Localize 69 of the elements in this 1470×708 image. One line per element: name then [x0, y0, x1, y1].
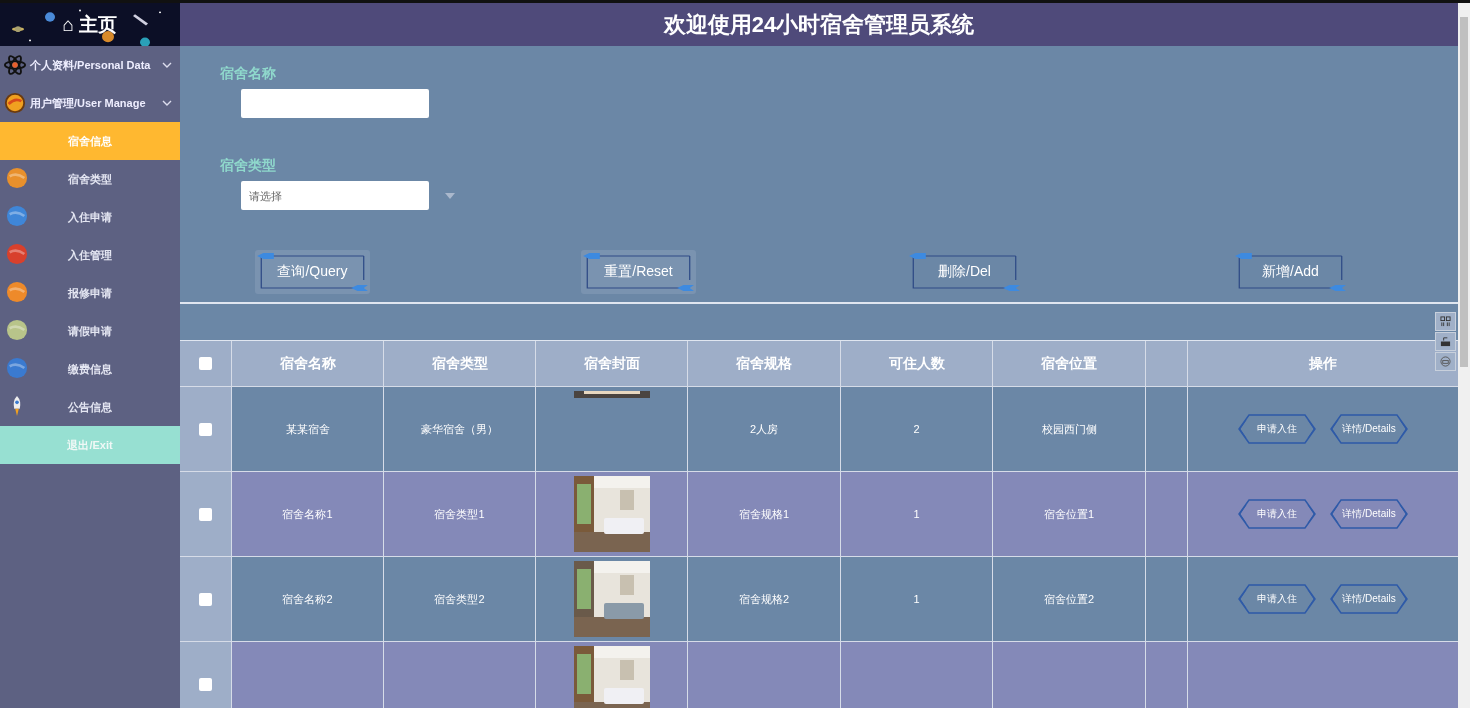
home-link[interactable]: ⌂ 主页 — [62, 11, 118, 38]
menu-item[interactable]: 宿舍类型 — [0, 160, 180, 198]
action-button[interactable]: 新增/Add — [1233, 250, 1348, 294]
column-header: 操作 — [1188, 341, 1458, 387]
atom-icon — [4, 54, 26, 76]
table-cell: 校园西门侧 — [993, 387, 1146, 472]
select-field[interactable]: 请选择 — [241, 181, 429, 210]
menu-item[interactable]: 公告信息 — [0, 388, 180, 426]
checkbox[interactable] — [199, 422, 212, 436]
field-label: 宿舍类型 — [220, 157, 276, 173]
table-cell: 宿舍位置2 — [993, 557, 1146, 642]
caret-icon[interactable] — [445, 192, 455, 199]
export-icon — [1439, 336, 1452, 347]
planet-icon — [6, 357, 28, 379]
planet-icon — [4, 92, 26, 114]
table-cell: 1 — [841, 472, 993, 557]
row-action-button[interactable]: 详情/Details — [1329, 497, 1409, 531]
menu-item[interactable]: 入住申请 — [0, 198, 180, 236]
planet-icon — [6, 205, 28, 227]
input-field[interactable] — [241, 89, 429, 118]
row-action-button[interactable]: 详情/Details — [1329, 582, 1409, 616]
column-header: 可住人数 — [841, 341, 993, 387]
table-cell — [1146, 642, 1188, 708]
scrollbar[interactable] — [1458, 3, 1470, 708]
print-button[interactable] — [1435, 352, 1456, 371]
table-cell: 1 — [841, 557, 993, 642]
page-title: 欢迎使用24小时宿舍管理员系统 — [663, 10, 975, 39]
export-button[interactable] — [1435, 332, 1456, 351]
table-cell: 2 — [841, 387, 993, 472]
action-button[interactable]: 查询/Query — [255, 250, 370, 294]
menu-item[interactable]: 请假申请 — [0, 312, 180, 350]
menu-group[interactable]: 个人资料/Personal Data — [0, 46, 180, 84]
table-cell: 某某宿舍 — [232, 387, 384, 472]
table-cell: 豪华宿舍（男） — [384, 387, 536, 472]
row-action-button[interactable]: 详情/Details — [1329, 412, 1409, 446]
columns-button[interactable] — [1435, 312, 1456, 331]
column-header: 宿舍规格 — [688, 341, 841, 387]
table-cell: 宿舍名称1 — [232, 472, 384, 557]
table-cell: 2人房 — [688, 387, 841, 472]
planet-icon — [6, 281, 28, 303]
row-action-button[interactable]: 申请入住 — [1237, 497, 1317, 531]
planet-icon — [6, 167, 28, 189]
menu-item[interactable]: 缴费信息 — [0, 350, 180, 388]
table-cell: 宿舍位置1 — [993, 472, 1146, 557]
menu-group[interactable]: 用户管理/User Manage — [0, 84, 180, 122]
field-label: 宿舍名称 — [220, 65, 276, 81]
menu-item[interactable]: 入住管理 — [0, 236, 180, 274]
checkbox[interactable] — [199, 507, 212, 521]
column-header: 宿舍类型 — [384, 341, 536, 387]
menu-item[interactable]: 报修申请 — [0, 274, 180, 312]
column-header: 宿舍名称 — [232, 341, 384, 387]
columns-icon — [1439, 316, 1452, 327]
table-cell: 宿舍类型1 — [384, 472, 536, 557]
table-cell: 宿舍规格2 — [688, 557, 841, 642]
column-header: 宿舍封面 — [536, 341, 688, 387]
table-cell: 宿舍类型2 — [384, 557, 536, 642]
row-action-button[interactable]: 申请入住 — [1237, 412, 1317, 446]
checkbox[interactable] — [199, 677, 212, 691]
checkbox[interactable] — [199, 357, 212, 370]
action-button[interactable]: 删除/Del — [907, 250, 1022, 294]
action-button[interactable]: 重置/Reset — [581, 250, 696, 294]
table-cell: 宿舍名称2 — [232, 557, 384, 642]
row-action-button[interactable]: 申请入住 — [1237, 582, 1317, 616]
table-cell: 宿舍规格1 — [688, 472, 841, 557]
column-header: 宿舍位置 — [993, 341, 1146, 387]
print-icon — [1439, 356, 1452, 367]
checkbox[interactable] — [199, 592, 212, 606]
planet-icon — [6, 319, 28, 341]
planet-icon — [6, 243, 28, 265]
